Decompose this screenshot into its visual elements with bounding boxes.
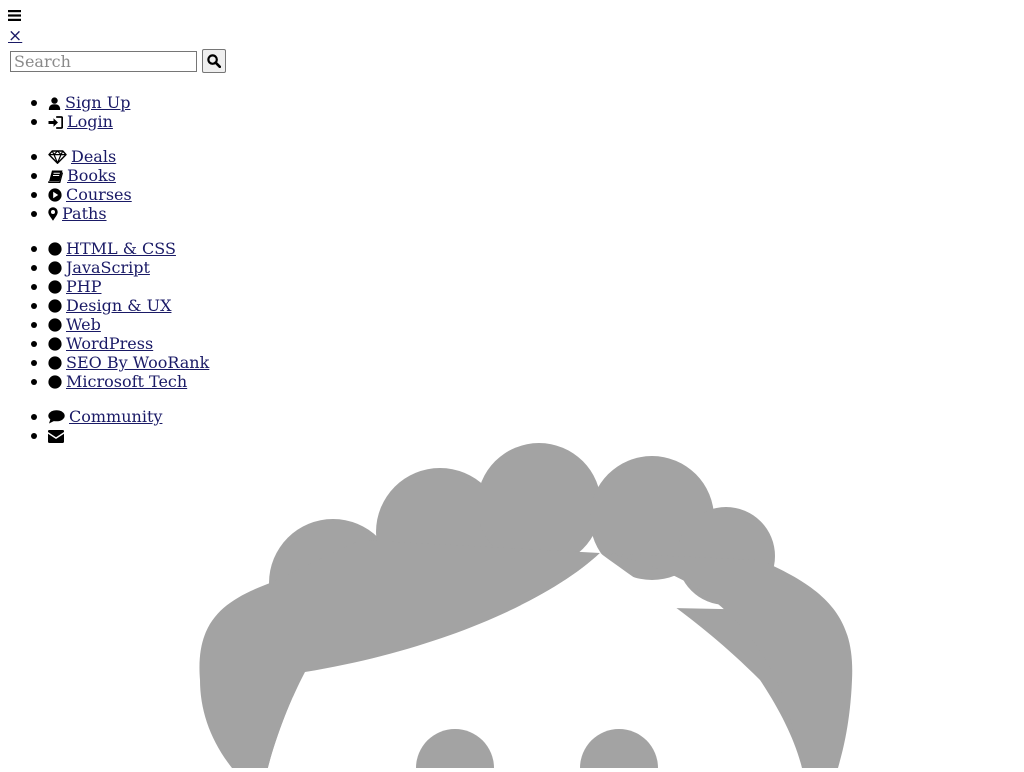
circle-icon: [48, 374, 62, 393]
wordpress-link[interactable]: WordPress: [66, 334, 153, 353]
php-link[interactable]: PHP: [66, 277, 101, 296]
search-button[interactable]: [202, 49, 226, 73]
nav-item-seo: SEO By WooRank: [30, 353, 209, 372]
sign-up-link[interactable]: Sign Up: [65, 93, 130, 112]
nav-item-paths: Paths: [31, 204, 132, 225]
nav-item-javascript: JavaScript: [30, 258, 209, 277]
top-bar: ×: [0, 0, 1024, 48]
javascript-link[interactable]: JavaScript: [66, 258, 150, 277]
community-link[interactable]: Community: [69, 407, 162, 426]
nav-item-sign-up: Sign Up: [30, 93, 130, 112]
nav-item-php: PHP: [30, 277, 209, 296]
books-link[interactable]: Books: [67, 166, 116, 185]
nav-item-courses: Courses: [31, 185, 132, 204]
misc-nav: Community: [0, 407, 162, 445]
web-link[interactable]: Web: [66, 315, 101, 334]
main-nav: Deals Books Courses Paths: [0, 147, 132, 223]
nav-item-community: Community: [30, 407, 162, 426]
nav-item-login: Login: [30, 112, 130, 133]
deals-link[interactable]: Deals: [71, 147, 116, 166]
sign-in-icon: [48, 114, 64, 133]
nav-item-books: Books: [31, 166, 132, 185]
html-css-link[interactable]: HTML & CSS: [66, 239, 176, 258]
map-marker-icon: [48, 206, 58, 225]
design-ux-link[interactable]: Design & UX: [66, 296, 171, 315]
courses-link[interactable]: Courses: [66, 185, 132, 204]
nav-item-web: Web: [30, 315, 209, 334]
paths-link[interactable]: Paths: [62, 204, 107, 223]
nav-item-microsoft-tech: Microsoft Tech: [30, 372, 209, 393]
search-icon: [207, 54, 221, 68]
nav-item-deals: Deals: [31, 147, 132, 166]
contact-link[interactable]: [48, 426, 68, 445]
microsoft-tech-link[interactable]: Microsoft Tech: [66, 372, 187, 391]
nav-item-design-ux: Design & UX: [30, 296, 209, 315]
seo-link[interactable]: SEO By WooRank: [66, 353, 209, 372]
hamburger-menu-icon[interactable]: [8, 9, 21, 23]
category-nav: HTML & CSS JavaScript PHP Design & UX We…: [0, 239, 209, 391]
login-link[interactable]: Login: [67, 112, 113, 131]
search-input[interactable]: [10, 51, 197, 72]
nav-item-html-css: HTML & CSS: [30, 239, 209, 258]
auth-links: Sign Up Login: [0, 93, 130, 131]
nav-item-wordpress: WordPress: [30, 334, 209, 353]
nav-item-contact: [30, 426, 162, 445]
envelope-icon: [48, 428, 64, 447]
close-icon[interactable]: ×: [8, 28, 22, 45]
